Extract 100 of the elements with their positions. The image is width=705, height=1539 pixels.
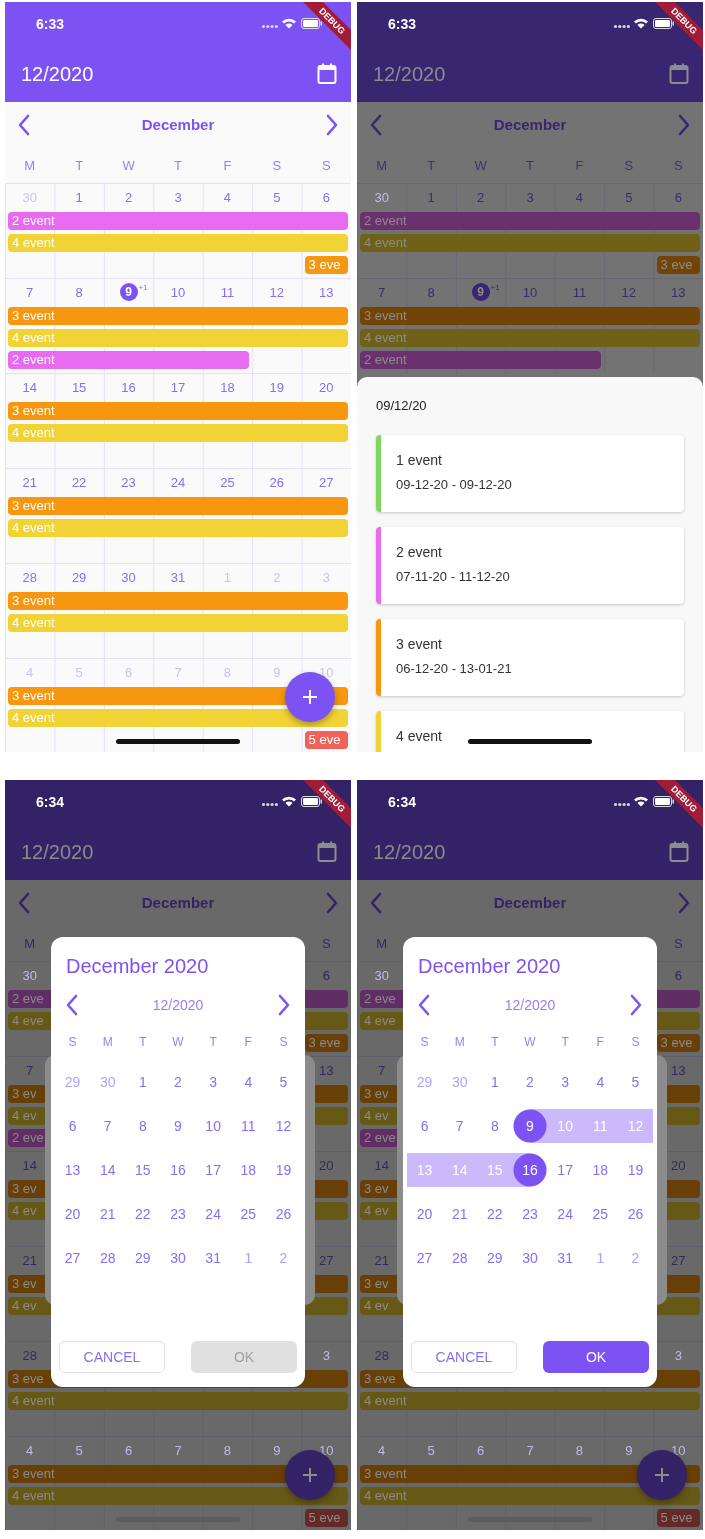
day-number[interactable]: 3: [526, 189, 534, 205]
day-number[interactable]: 7: [174, 1442, 182, 1458]
event-bar[interactable]: 5 eve: [304, 731, 348, 749]
calendar-day[interactable]: 2: [160, 1065, 196, 1099]
day-number[interactable]: 12: [621, 284, 637, 300]
previous-month-icon[interactable]: [417, 994, 431, 1016]
day-number[interactable]: 31: [170, 569, 186, 585]
event-bar[interactable]: 4 event: [8, 1487, 348, 1505]
day-number[interactable]: 14: [22, 379, 37, 395]
day-number[interactable]: 26: [269, 474, 285, 490]
day-number[interactable]: 21: [374, 1252, 389, 1268]
day-number[interactable]: 30: [374, 189, 389, 205]
day-number[interactable]: 6: [322, 967, 330, 983]
calendar-day[interactable]: 10: [195, 1109, 231, 1143]
dialog-button[interactable]: CANCEL: [59, 1341, 165, 1373]
calendar-day[interactable]: 7: [90, 1109, 126, 1143]
calendar-day[interactable]: 11: [582, 1109, 618, 1143]
calendar-day[interactable]: 21: [90, 1197, 126, 1231]
calendar-day[interactable]: 6: [55, 1109, 91, 1143]
next-month-icon[interactable]: [629, 994, 643, 1016]
next-month-icon[interactable]: [325, 891, 339, 914]
event-bar[interactable]: 2 event: [8, 351, 250, 369]
next-month-icon[interactable]: [277, 994, 291, 1016]
calendar-day[interactable]: 21: [442, 1197, 478, 1231]
calendar-day[interactable]: 13: [55, 1153, 91, 1187]
day-number[interactable]: 7: [174, 664, 182, 680]
day-number[interactable]: 13: [671, 1062, 686, 1078]
calendar-day[interactable]: 30: [90, 1065, 126, 1099]
event-bar[interactable]: 3 event: [8, 307, 348, 325]
day-number[interactable]: 13: [319, 1062, 334, 1078]
event-bar[interactable]: 2 event: [8, 212, 348, 230]
day-number[interactable]: 1: [427, 189, 435, 205]
day-number[interactable]: 8: [223, 1442, 232, 1458]
day-number[interactable]: 7: [378, 284, 386, 300]
previous-month-icon[interactable]: [17, 891, 31, 914]
calendar-day[interactable]: 2: [265, 1241, 301, 1275]
day-number[interactable]: 5: [273, 189, 281, 205]
day-number[interactable]: 6: [674, 967, 682, 983]
day-number[interactable]: 6: [674, 189, 682, 205]
day-number[interactable]: 21: [22, 1252, 37, 1268]
day-number[interactable]: 20: [671, 1157, 686, 1173]
day-number[interactable]: 20: [319, 379, 334, 395]
day-number[interactable]: 24: [170, 474, 186, 490]
day-number[interactable]: 5: [75, 664, 83, 680]
day-number[interactable]: 27: [671, 1252, 686, 1268]
calendar-day[interactable]: 5: [265, 1065, 301, 1099]
day-number[interactable]: 30: [121, 569, 136, 585]
day-number[interactable]: 12: [269, 284, 285, 300]
calendar-day[interactable]: 26: [617, 1197, 653, 1231]
event-bar[interactable]: 3 event: [8, 402, 348, 420]
calendar-day[interactable]: 24: [547, 1197, 583, 1231]
previous-month-icon[interactable]: [369, 891, 383, 914]
day-number[interactable]: 17: [170, 379, 186, 395]
calendar-day[interactable]: 16: [160, 1153, 196, 1187]
day-number[interactable]: 14: [374, 1157, 389, 1173]
calendar-day[interactable]: 29: [125, 1241, 161, 1275]
day-number[interactable]: 18: [220, 379, 235, 395]
day-number[interactable]: 2: [273, 569, 281, 585]
day-number[interactable]: 21: [22, 474, 37, 490]
day-number[interactable]: 4: [575, 189, 584, 205]
day-number[interactable]: 6: [322, 189, 330, 205]
calendar-day[interactable]: 2: [617, 1241, 653, 1275]
day-number[interactable]: 27: [319, 1252, 334, 1268]
calendar-day[interactable]: 15: [125, 1153, 161, 1187]
event-card[interactable]: 2 event 07-11-20 - 11-12-20: [376, 527, 684, 604]
day-number[interactable]: 28: [374, 1347, 389, 1363]
day-number[interactable]: 15: [71, 379, 87, 395]
day-number[interactable]: 11: [572, 284, 587, 300]
calendar-day[interactable]: 30: [160, 1241, 196, 1275]
event-bar[interactable]: 3 event: [8, 592, 348, 610]
calendar-day[interactable]: 4: [230, 1065, 266, 1099]
calendar-day[interactable]: 9: [160, 1109, 196, 1143]
calendar-day[interactable]: 8: [125, 1109, 161, 1143]
day-number[interactable]: 3: [322, 1347, 330, 1363]
day-number[interactable]: 2: [124, 189, 133, 205]
calendar-day[interactable]: 20: [407, 1197, 443, 1231]
day-number[interactable]: 6: [124, 664, 133, 680]
calendar-day[interactable]: 4: [582, 1065, 618, 1099]
previous-month-icon[interactable]: [369, 113, 383, 136]
calendar-day[interactable]: 12: [265, 1109, 301, 1143]
today-marker[interactable]: 9: [119, 283, 138, 301]
calendar-day[interactable]: 19: [617, 1153, 653, 1187]
day-number[interactable]: 11: [220, 284, 235, 300]
day-number[interactable]: 8: [223, 664, 232, 680]
calendar-day[interactable]: 18: [230, 1153, 266, 1187]
calendar-day[interactable]: 19: [265, 1153, 301, 1187]
day-number[interactable]: 1: [75, 189, 83, 205]
calendar-day[interactable]: 24: [195, 1197, 231, 1231]
calendar-day[interactable]: 9: [512, 1109, 548, 1143]
calendar-day[interactable]: 10: [547, 1109, 583, 1143]
calendar-day[interactable]: 28: [90, 1241, 126, 1275]
event-bar[interactable]: 3 eve: [304, 1034, 348, 1052]
event-card[interactable]: 1 event 09-12-20 - 09-12-20: [376, 435, 684, 512]
event-bar[interactable]: 3 eve: [656, 256, 700, 274]
day-number[interactable]: 30: [22, 967, 37, 983]
calendar-day[interactable]: 15: [477, 1153, 513, 1187]
calendar-day[interactable]: 12: [617, 1109, 653, 1143]
calendar-day[interactable]: 1: [477, 1065, 513, 1099]
calendar-day[interactable]: 3: [547, 1065, 583, 1099]
day-number[interactable]: 4: [26, 664, 34, 680]
